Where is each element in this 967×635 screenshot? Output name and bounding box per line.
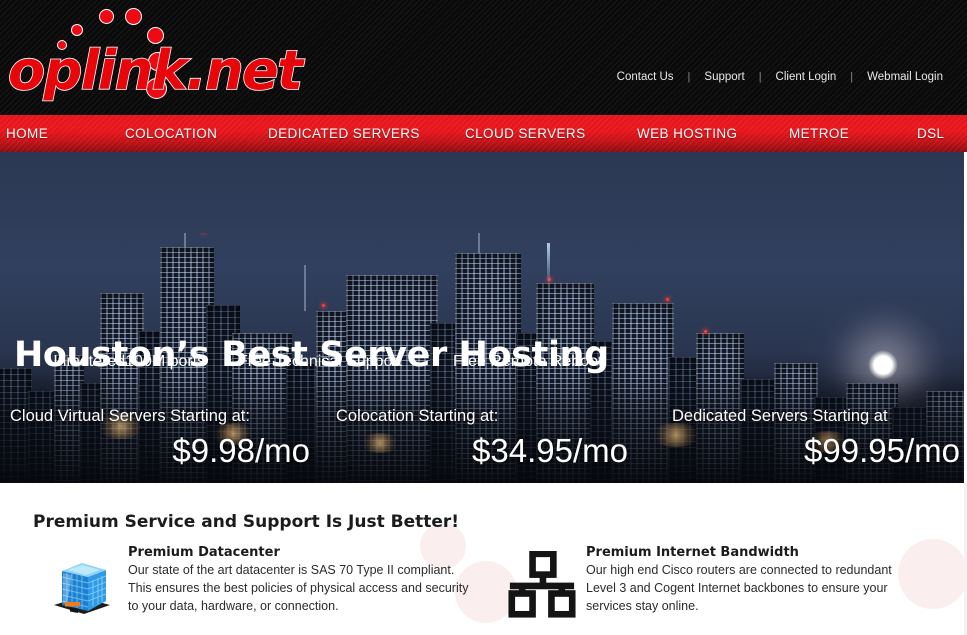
- pricing-label-cloud: Cloud Virtual Servers Starting at:: [10, 407, 250, 425]
- pricing-value-cloud: $9.98/mo: [172, 431, 310, 469]
- feature-body: Our state of the art datacenter is SAS 7…: [128, 563, 469, 613]
- top-link-webmail-login[interactable]: Webmail Login: [853, 71, 957, 83]
- pricing-value-dedicated: $99.95/mo: [804, 431, 960, 469]
- pricing-item-colocation[interactable]: Colocation Starting at: $34.95/mo: [336, 408, 628, 483]
- logo-dot-3: [99, 9, 114, 24]
- feature-body: Our high end Cisco routers are connected…: [586, 563, 892, 613]
- datacenter-building-icon: [50, 545, 128, 622]
- pricing-label-colocation: Colocation Starting at:: [336, 407, 499, 425]
- pricing-value-colocation: $34.95/mo: [472, 431, 628, 469]
- pricing-label-dedicated: Dedicated Servers Starting at: [672, 407, 888, 425]
- site-header: oplink.net Contact Us | Support | Client…: [0, 0, 967, 115]
- hero-taglines: Unmetered100M ports Free Technical Suppo…: [46, 353, 896, 371]
- nav-item-home[interactable]: HOME: [6, 126, 125, 141]
- feature-text: Premium Datacenter Our state of the art …: [128, 545, 470, 615]
- feature-premium-internet-bandwidth: Premium Internet Bandwidth Our high end …: [508, 545, 908, 624]
- logo-wordmark: oplink.net: [7, 39, 304, 102]
- feature-text: Premium Internet Bandwidth Our high end …: [586, 545, 908, 615]
- network-topology-icon: [508, 545, 586, 624]
- top-link-support[interactable]: Support: [690, 71, 758, 83]
- nav-item-dsl[interactable]: DSL: [917, 126, 944, 141]
- feature-title: Premium Internet Bandwidth: [586, 545, 799, 560]
- pricing-item-cloud[interactable]: Cloud Virtual Servers Starting at: $9.98…: [10, 408, 310, 483]
- site-logo[interactable]: oplink.net: [7, 4, 304, 112]
- pricing-item-dedicated[interactable]: Dedicated Servers Starting at $99.95/mo: [672, 408, 960, 483]
- nav-item-metroe[interactable]: METROE: [789, 126, 917, 141]
- utility-nav: Contact Us | Support | Client Login | We…: [603, 71, 957, 83]
- nav-item-dedicated-servers[interactable]: DEDICATED SERVERS: [268, 126, 465, 141]
- feature-title: Premium Datacenter: [128, 545, 280, 560]
- decorative-blob: [898, 539, 964, 609]
- nav-item-colocation[interactable]: COLOCATION: [125, 126, 268, 141]
- hero-banner: Houston’s Best Server Hosting Unmetered1…: [0, 152, 967, 483]
- section-title: Premium Service and Support Is Just Bett…: [33, 512, 460, 533]
- main-navigation: HOME COLOCATION DEDICATED SERVERS CLOUD …: [0, 115, 967, 152]
- hero-tagline-2: Free Technical Support: [238, 353, 403, 370]
- hero-tagline-3: Free Remote Reboot: [453, 353, 603, 370]
- feature-premium-datacenter: Premium Datacenter Our state of the art …: [50, 545, 470, 622]
- logo-dot-2: [71, 24, 83, 36]
- nav-item-web-hosting[interactable]: WEB HOSTING: [637, 126, 789, 141]
- top-link-contact-us[interactable]: Contact Us: [603, 71, 688, 83]
- pricing-strip: Cloud Virtual Servers Starting at: $9.98…: [0, 408, 964, 483]
- logo-dot-4: [125, 8, 142, 25]
- top-link-client-login[interactable]: Client Login: [762, 71, 851, 83]
- nav-item-cloud-servers[interactable]: CLOUD SERVERS: [465, 126, 637, 141]
- hero-tagline-1: Unmetered100M ports: [46, 353, 206, 370]
